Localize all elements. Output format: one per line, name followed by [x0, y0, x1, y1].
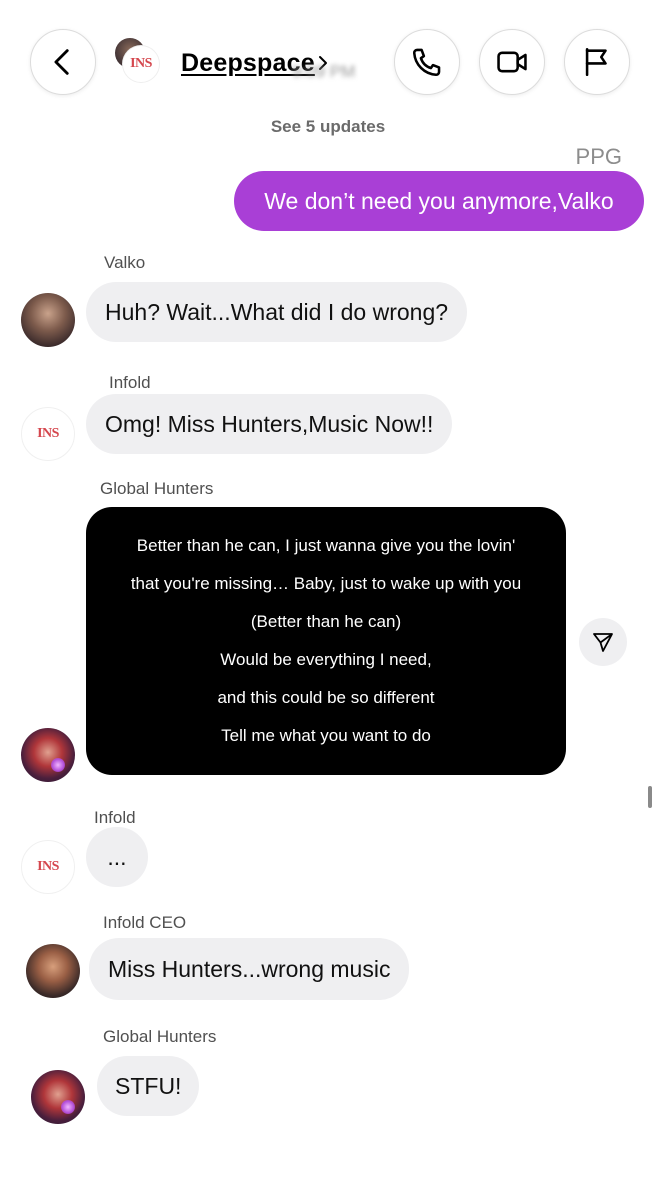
sender-name: Infold — [109, 373, 151, 392]
message-bubble[interactable]: Omg! Miss Hunters,Music Now!! — [86, 394, 453, 454]
lyrics-card[interactable]: Better than he can, I just wanna give yo… — [86, 507, 566, 775]
avatar[interactable]: INS — [21, 840, 75, 894]
sender-name: PPG — [575, 144, 622, 169]
phone-icon — [412, 48, 441, 77]
message-bubble[interactable]: ... — [86, 827, 148, 887]
lyrics-line: (Better than he can) — [250, 612, 402, 631]
message-bubble-outgoing[interactable]: We don’t need you anymore,Valko — [234, 171, 644, 231]
lyrics-line: Would be everything I need, — [220, 650, 432, 669]
sender-name: Global Hunters — [100, 479, 214, 498]
back-button[interactable] — [30, 29, 96, 95]
avatar[interactable] — [31, 1070, 85, 1124]
video-camera-icon — [497, 51, 527, 73]
sender-name: Valko — [104, 253, 146, 272]
message-bubble[interactable]: Huh? Wait...What did I do wrong? — [86, 282, 468, 342]
avatar[interactable]: INS — [21, 407, 75, 461]
report-button[interactable] — [564, 29, 630, 95]
lyrics-line: Better than he can, I just wanna give yo… — [136, 536, 516, 555]
call-button[interactable] — [394, 29, 460, 95]
video-call-button[interactable] — [479, 29, 545, 95]
share-button[interactable] — [579, 618, 627, 666]
lyrics-line: that you're missing… Baby, just to wake … — [130, 574, 522, 593]
lyrics-line: Tell me what you want to do — [221, 726, 431, 745]
message-bubble[interactable]: STFU! — [97, 1056, 200, 1116]
avatar[interactable] — [21, 728, 75, 782]
flag-icon — [585, 47, 607, 77]
group-avatar[interactable]: INS — [115, 38, 159, 82]
scrollbar-thumb[interactable] — [648, 786, 652, 808]
sender-name: Infold CEO — [103, 913, 187, 932]
avatar[interactable] — [26, 944, 80, 998]
lyrics-line: and this could be so different — [217, 688, 435, 707]
sender-name: Global Hunters — [103, 1027, 217, 1046]
infold-logo: INS — [37, 426, 59, 441]
infold-logo: INS — [123, 46, 159, 82]
timestamp: 9:09 PM — [292, 62, 356, 81]
infold-logo: INS — [37, 859, 59, 874]
send-icon — [593, 633, 613, 652]
chevron-left-icon — [54, 49, 69, 75]
see-updates-link[interactable]: See 5 updates — [0, 117, 656, 137]
message-bubble[interactable]: Miss Hunters...wrong music — [89, 938, 410, 1000]
sender-name: Infold — [94, 808, 136, 827]
avatar[interactable] — [21, 293, 75, 347]
